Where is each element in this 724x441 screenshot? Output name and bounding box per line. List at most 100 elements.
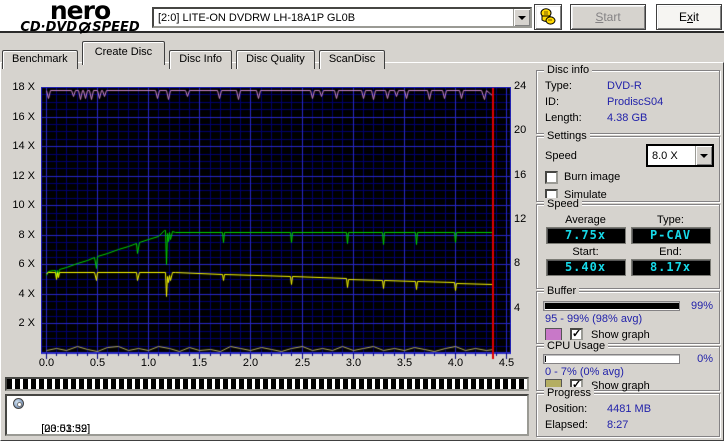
axis-tick-label: 4.0 <box>441 357 471 369</box>
axis-tick-label: 16 <box>514 169 534 181</box>
log-entry: [00:01:59] Speed:5-8 X P-CAV (7.75 X ave… <box>7 410 527 423</box>
exit-button[interactable]: Exit <box>656 4 722 30</box>
speed-setting-row: Speed 8.0 X <box>537 145 719 166</box>
buffer-range-text: 95 - 99% (98% avg) <box>537 313 719 326</box>
axis-tick-label: 8 <box>514 257 534 269</box>
tab-create-disc[interactable]: Create Disc <box>82 41 165 65</box>
erase-disc-button[interactable] <box>534 4 562 30</box>
buffer-group: Buffer 99% 95 - 99% (98% avg) ✓ Show gra… <box>536 291 720 344</box>
speed-select-dropdown-button[interactable] <box>695 146 712 165</box>
buffer-meter-fill <box>545 303 679 309</box>
tab-disc-quality[interactable]: Disc Quality <box>236 50 315 69</box>
tab-strip: Benchmark Create Disc Disc Info Disc Qua… <box>2 41 386 63</box>
end-speed-label: End: <box>628 246 713 258</box>
burn-image-label: Burn image <box>564 171 620 183</box>
axis-tick-label: 18 X <box>0 81 35 93</box>
chart-right-axis-labels: 2420161284 <box>514 87 534 353</box>
overall-progress-bar <box>5 377 529 391</box>
burn-image-checkbox[interactable] <box>545 171 558 184</box>
speed-readout-title: Speed <box>544 198 582 210</box>
axis-tick-label: 14 X <box>0 140 35 152</box>
cpu-meter-fill <box>545 356 546 362</box>
elapsed-row: Elapsed: 8:27 <box>537 417 719 433</box>
tab-disc-info[interactable]: Disc Info <box>169 50 232 69</box>
cpu-range-text: 0 - 7% (0% avg) <box>537 366 719 379</box>
speed-readout-grid: Average 7.75x Type: P-CAV Start: 5.40x E… <box>537 205 719 276</box>
average-speed-cell: Average 7.75x <box>543 214 628 244</box>
chart-x-axis-labels: 0.00.51.01.52.02.53.03.54.04.5 <box>41 357 521 371</box>
settings-group: Settings Speed 8.0 X Burn image Simulate <box>536 136 720 202</box>
chart-left-axis-labels: 18 X16 X14 X12 X10 X8 X6 X4 X2 X <box>0 87 37 353</box>
disc-slash-icon <box>79 22 90 33</box>
axis-tick-label: 12 X <box>0 170 35 182</box>
cpu-meter-row: 0% <box>543 353 713 365</box>
disc-id-value: ProdiscS04 <box>607 96 663 108</box>
axis-tick-label: 4 X <box>0 288 35 300</box>
status-log: [23:53:32] Creating Data Disc [00:01:59]… <box>5 394 529 436</box>
nero-cd-dvd-speed-window: { "header": { "logo_top": "nero", "logo_… <box>0 0 724 441</box>
start-button-label: Start <box>595 10 620 24</box>
burn-image-row: Burn image <box>537 170 719 184</box>
drive-select[interactable]: [2:0] LITE-ON DVDRW LH-18A1P GL0B <box>152 7 532 28</box>
buffer-show-graph-label: Show graph <box>591 329 650 341</box>
progress-group: Progress Position: 4481 MB Elapsed: 8:27 <box>536 393 720 437</box>
disc-length-label: Length: <box>545 112 607 124</box>
axis-tick-label: 4.5 <box>492 357 522 369</box>
average-speed-display: 7.75x <box>546 227 626 244</box>
end-speed-cell: End: 8.17x <box>628 246 713 276</box>
axis-tick-label: 3.0 <box>339 357 369 369</box>
axis-tick-label: 8 X <box>0 229 35 241</box>
cpu-usage-group: CPU Usage 0% 0 - 7% (0% avg) ✓ Show grap… <box>536 346 720 391</box>
start-speed-cell: Start: 5.40x <box>543 246 628 276</box>
disc-id-label: ID: <box>545 96 607 108</box>
elapsed-value: 8:27 <box>607 419 628 431</box>
cd-dvd-speed-logo-text: CD·DVD SPEED <box>6 22 154 33</box>
disc-icon <box>13 398 24 409</box>
disc-length-value: 4.38 GB <box>607 112 647 124</box>
nero-logo: nero CD·DVD SPEED <box>6 0 154 33</box>
axis-tick-label: 2.0 <box>236 357 266 369</box>
axis-tick-label: 20 <box>514 124 534 136</box>
axis-tick-label: 6 X <box>0 258 35 270</box>
speed-type-cell: Type: P-CAV <box>628 214 713 244</box>
tab-benchmark[interactable]: Benchmark <box>2 50 78 69</box>
progress-title: Progress <box>544 387 594 399</box>
elapsed-label: Elapsed: <box>545 419 607 431</box>
logo-cd-dvd: CD·DVD <box>20 23 77 33</box>
hand-detonator-icon <box>538 7 558 27</box>
average-speed-label: Average <box>543 214 628 226</box>
disc-length-row: Length: 4.38 GB <box>537 110 719 126</box>
logo-speed: SPEED <box>92 23 139 33</box>
speed-type-display: P-CAV <box>631 227 711 244</box>
drive-select-dropdown-button[interactable] <box>513 9 530 26</box>
disc-info-title: Disc info <box>544 64 592 76</box>
position-label: Position: <box>545 403 607 415</box>
tab-scandisc[interactable]: ScanDisc <box>319 50 385 69</box>
axis-tick-label: 0.5 <box>83 357 113 369</box>
buffer-percent: 99% <box>685 300 713 312</box>
disc-info-group: Disc info Type: DVD-R ID: ProdiscS04 Len… <box>536 70 720 134</box>
speed-type-label: Type: <box>628 214 713 226</box>
burn-speed-chart <box>41 87 511 360</box>
axis-tick-label: 2.5 <box>288 357 318 369</box>
disc-type-row: Type: DVD-R <box>537 78 719 94</box>
cpu-percent: 0% <box>685 353 713 365</box>
disc-type-value: DVD-R <box>607 80 642 92</box>
axis-tick-label: 24 <box>514 80 534 92</box>
buffer-meter <box>543 301 680 311</box>
speed-select[interactable]: 8.0 X <box>647 145 713 166</box>
disc-type-label: Type: <box>545 80 607 92</box>
position-value: 4481 MB <box>607 403 651 415</box>
start-button[interactable]: Start <box>570 4 646 30</box>
nero-logo-text: nero <box>6 0 154 22</box>
axis-tick-label: 1.5 <box>185 357 215 369</box>
top-toolbar: nero CD·DVD SPEED [2:0] LITE-ON DVDRW LH-… <box>0 0 724 33</box>
axis-tick-label: 16 X <box>0 111 35 123</box>
position-row: Position: 4481 MB <box>537 401 719 417</box>
axis-tick-label: 12 <box>514 213 534 225</box>
log-entry: [00:01:59] Elapsed Time: 8:27 <box>7 423 527 436</box>
start-speed-display: 5.40x <box>546 259 626 276</box>
disc-id-row: ID: ProdiscS04 <box>537 94 719 110</box>
axis-tick-label: 4 <box>514 302 534 314</box>
buffer-title: Buffer <box>544 285 579 297</box>
